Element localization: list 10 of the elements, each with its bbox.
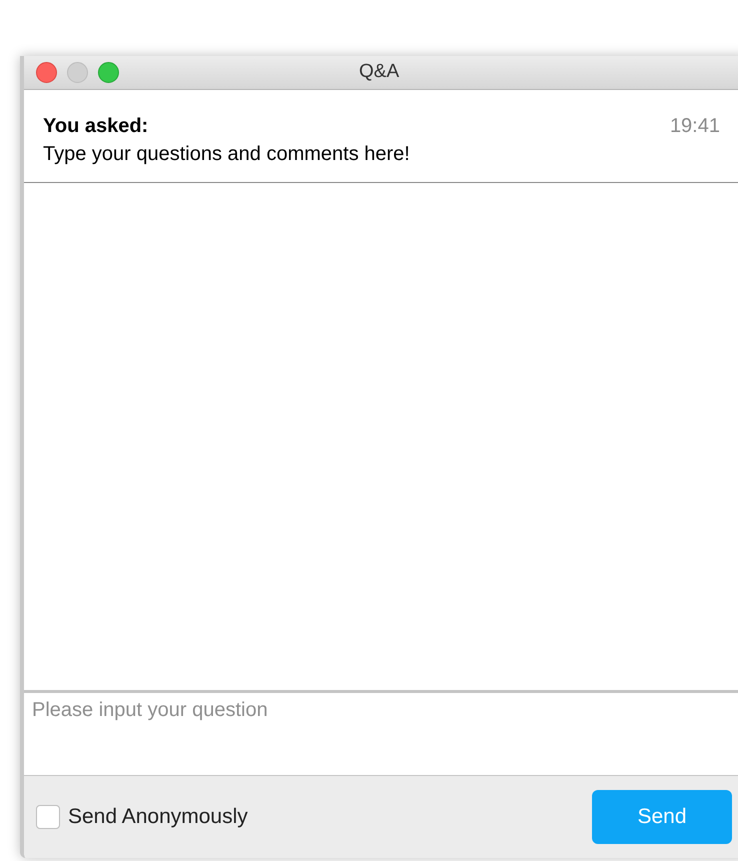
- message-author: You asked:: [43, 114, 150, 139]
- message-time: 19:41: [670, 114, 720, 139]
- zoom-icon[interactable]: [98, 62, 119, 83]
- message-text: Type your questions and comments here!: [43, 142, 410, 167]
- minimize-icon[interactable]: [67, 62, 88, 83]
- send-button[interactable]: Send: [592, 790, 732, 844]
- anonymous-checkbox[interactable]: [36, 805, 60, 829]
- window-title: Q&A: [359, 60, 400, 84]
- anonymous-label: Send Anonymously: [68, 804, 248, 830]
- close-icon[interactable]: [36, 62, 57, 83]
